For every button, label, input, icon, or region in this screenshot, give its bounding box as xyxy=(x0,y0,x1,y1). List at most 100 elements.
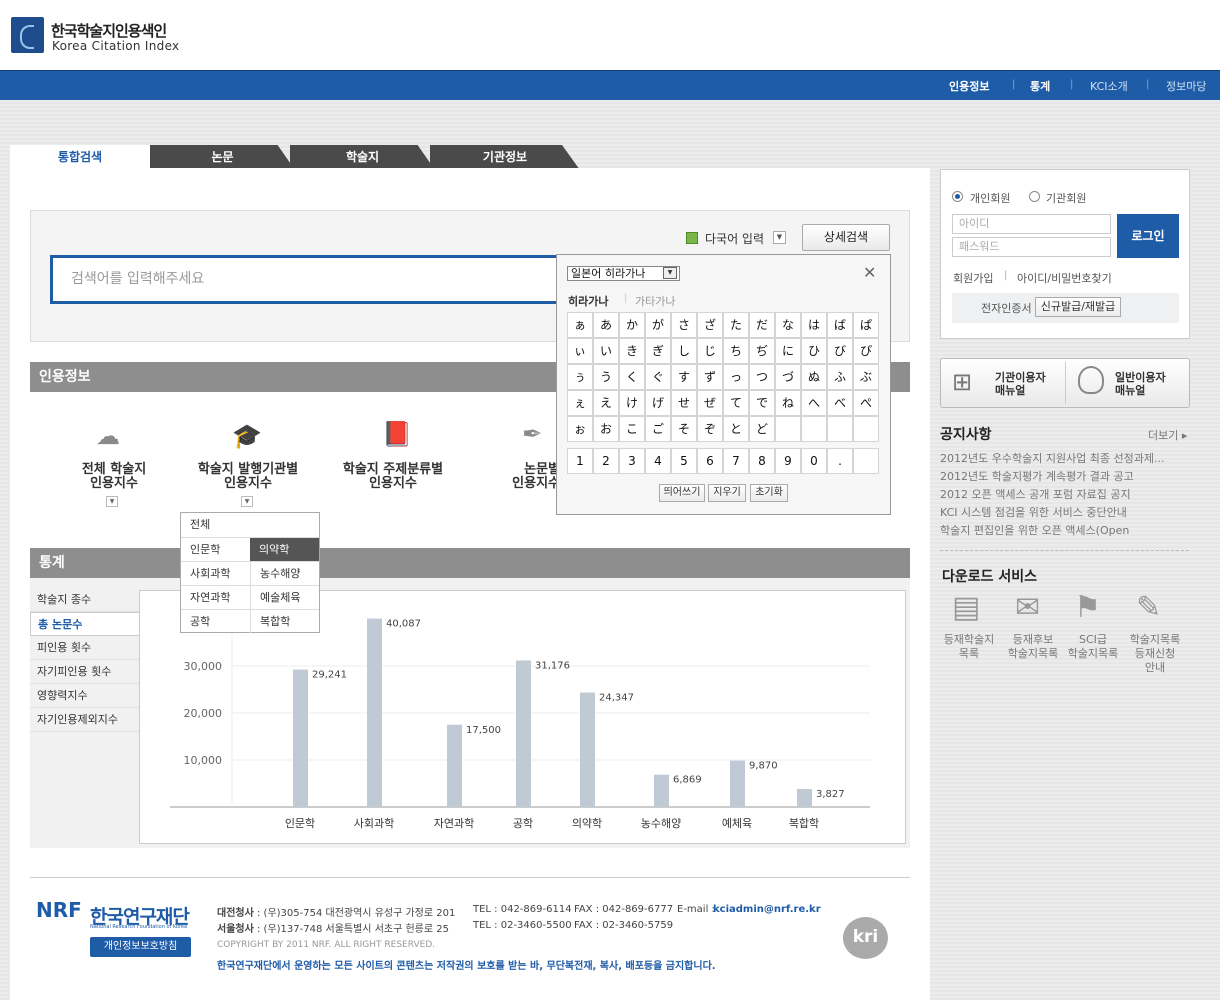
kana-key[interactable]: ぐ xyxy=(645,364,671,390)
kci-logo-icon[interactable] xyxy=(11,17,44,53)
kana-key[interactable]: ぁ xyxy=(567,312,593,338)
join-link[interactable]: 회원가입 xyxy=(953,270,993,286)
citation-by-paper[interactable]: 논문별 인용지수 xyxy=(500,463,560,491)
kana-key[interactable]: じ xyxy=(697,338,723,364)
kana-key[interactable]: え xyxy=(593,390,619,416)
kana-key[interactable]: ぉ xyxy=(567,416,593,442)
kana-key[interactable]: び xyxy=(827,338,853,364)
field-option-all[interactable]: 전체 xyxy=(181,513,319,537)
stats-menu-impact-factor[interactable]: 영향력지수 xyxy=(30,684,140,708)
multilang-icon[interactable] xyxy=(686,232,698,244)
kana-key[interactable]: げ xyxy=(645,390,671,416)
manual-org[interactable]: 기관이용자 매뉴얼 xyxy=(995,371,1046,397)
kana-key[interactable]: い xyxy=(593,338,619,364)
radio-org-label[interactable]: 기관회원 xyxy=(1046,190,1086,206)
kana-key[interactable]: そ xyxy=(671,416,697,442)
tab-institutions[interactable]: 기관정보 xyxy=(430,145,580,170)
nav-kci-intro[interactable]: KCI소개 xyxy=(1090,78,1128,94)
number-key[interactable]: . xyxy=(827,448,853,474)
password-input[interactable]: 패스워드 xyxy=(952,237,1111,257)
number-key[interactable]: 6 xyxy=(697,448,723,474)
field-option[interactable]: 복합학 xyxy=(250,609,319,633)
radio-org[interactable] xyxy=(1029,191,1040,202)
kana-key[interactable]: ぶ xyxy=(853,364,879,390)
number-key[interactable]: 7 xyxy=(723,448,749,474)
nav-info[interactable]: 정보마당 xyxy=(1166,78,1206,94)
field-option[interactable]: 인문학 xyxy=(181,537,250,561)
number-key[interactable]: 2 xyxy=(593,448,619,474)
kana-key[interactable]: か xyxy=(619,312,645,338)
kana-key[interactable]: き xyxy=(619,338,645,364)
kana-key[interactable]: さ xyxy=(671,312,697,338)
kana-key[interactable]: し xyxy=(671,338,697,364)
number-key[interactable]: 8 xyxy=(749,448,775,474)
kana-key[interactable]: ぺ xyxy=(853,390,879,416)
kana-key[interactable]: で xyxy=(749,390,775,416)
certificate-issue-button[interactable]: 신규발급/재발급 xyxy=(1035,297,1121,317)
kana-key[interactable]: な xyxy=(775,312,801,338)
delete-button[interactable]: 지우기 xyxy=(708,484,746,502)
kana-key[interactable]: ぬ xyxy=(801,364,827,390)
space-button[interactable]: 띄어쓰기 xyxy=(659,484,705,502)
tab-journals[interactable]: 학술지 xyxy=(290,145,435,170)
logo-english[interactable]: Korea Citation Index xyxy=(52,39,179,53)
kana-key[interactable]: こ xyxy=(619,416,645,442)
nav-citation[interactable]: 인용정보 xyxy=(949,78,989,94)
more-link[interactable]: 더보기 ▸ xyxy=(1148,427,1187,443)
notice-item[interactable]: 2012년도 우수학술지 지원사업 최종 선정과제... xyxy=(940,450,1175,466)
number-key[interactable]: 4 xyxy=(645,448,671,474)
notice-item[interactable]: 2012 오픈 액세스 공개 포럼 자료집 공지 xyxy=(940,486,1175,502)
field-option[interactable]: 자연과학 xyxy=(181,585,250,609)
kana-key[interactable]: て xyxy=(723,390,749,416)
field-option[interactable]: 사회과학 xyxy=(181,561,250,585)
kana-key[interactable]: ど xyxy=(749,416,775,442)
field-option[interactable]: 예술체육 xyxy=(250,585,319,609)
tab-katakana[interactable]: 가타가나 xyxy=(635,293,675,309)
notice-item[interactable]: 2012년도 학술지평가 계속평가 결과 공고 xyxy=(940,468,1175,484)
logo-korean[interactable]: 한국학술지인용색인 xyxy=(51,20,167,41)
kana-key[interactable]: ぅ xyxy=(567,364,593,390)
kana-key[interactable]: ね xyxy=(775,390,801,416)
email-link[interactable]: kciadmin@nrf.re.kr xyxy=(713,904,821,915)
tab-hiragana[interactable]: 히라가나 xyxy=(568,293,608,309)
nav-stats[interactable]: 통계 xyxy=(1030,78,1050,94)
notice-item[interactable]: KCI 시스템 점검을 위한 서비스 중단안내 xyxy=(940,504,1175,520)
stats-menu-excl-self[interactable]: 자기인용제외지수 xyxy=(30,708,140,732)
number-key[interactable]: 0 xyxy=(801,448,827,474)
kana-key[interactable]: と xyxy=(723,416,749,442)
manual-general[interactable]: 일반이용자 매뉴얼 xyxy=(1115,371,1166,397)
detail-search-button[interactable]: 상세검색 xyxy=(802,224,890,251)
radio-personal-label[interactable]: 개인회원 xyxy=(970,190,1010,206)
stats-menu-journal-count[interactable]: 학술지 종수 xyxy=(30,588,140,612)
login-button[interactable]: 로그인 xyxy=(1117,214,1179,258)
kana-key[interactable]: あ xyxy=(593,312,619,338)
kana-key[interactable]: つ xyxy=(749,364,775,390)
kana-key[interactable]: す xyxy=(671,364,697,390)
citation-all-journals[interactable]: 전체 학술지 인용지수 xyxy=(60,463,168,491)
privacy-policy-button[interactable]: 개인정보보호방침 xyxy=(90,937,191,957)
kana-key[interactable]: っ xyxy=(723,364,749,390)
number-key[interactable]: 5 xyxy=(671,448,697,474)
field-option[interactable]: 농수해양 xyxy=(250,561,319,585)
download-registered-list[interactable]: 등재학술지 목록 xyxy=(936,633,1002,661)
kana-key[interactable]: ぱ xyxy=(853,312,879,338)
chevron-down-icon[interactable]: ▼ xyxy=(663,267,677,279)
search-input[interactable]: 검색어를 입력해주세요 xyxy=(50,255,570,304)
number-key[interactable]: 3 xyxy=(619,448,645,474)
download-sci-list[interactable]: SCI급 학술지목록 xyxy=(1060,633,1126,661)
kana-key[interactable]: せ xyxy=(671,390,697,416)
kana-key[interactable]: ず xyxy=(697,364,723,390)
kana-key[interactable]: へ xyxy=(801,390,827,416)
kana-key[interactable]: ぞ xyxy=(697,416,723,442)
kana-key[interactable]: ぃ xyxy=(567,338,593,364)
field-option-selected[interactable]: 의약학 xyxy=(250,537,319,561)
kana-key[interactable]: ふ xyxy=(827,364,853,390)
kana-key[interactable]: ち xyxy=(723,338,749,364)
number-key[interactable]: 1 xyxy=(567,448,593,474)
kana-key[interactable]: た xyxy=(723,312,749,338)
citation-by-publisher[interactable]: 학술지 발행기관별 인용지수 xyxy=(186,463,310,491)
kana-key[interactable]: け xyxy=(619,390,645,416)
tab-integrated-search[interactable]: 통합검색 xyxy=(10,145,150,170)
find-account-link[interactable]: 아이디/비밀번호찾기 xyxy=(1017,270,1112,286)
kana-key[interactable]: お xyxy=(593,416,619,442)
